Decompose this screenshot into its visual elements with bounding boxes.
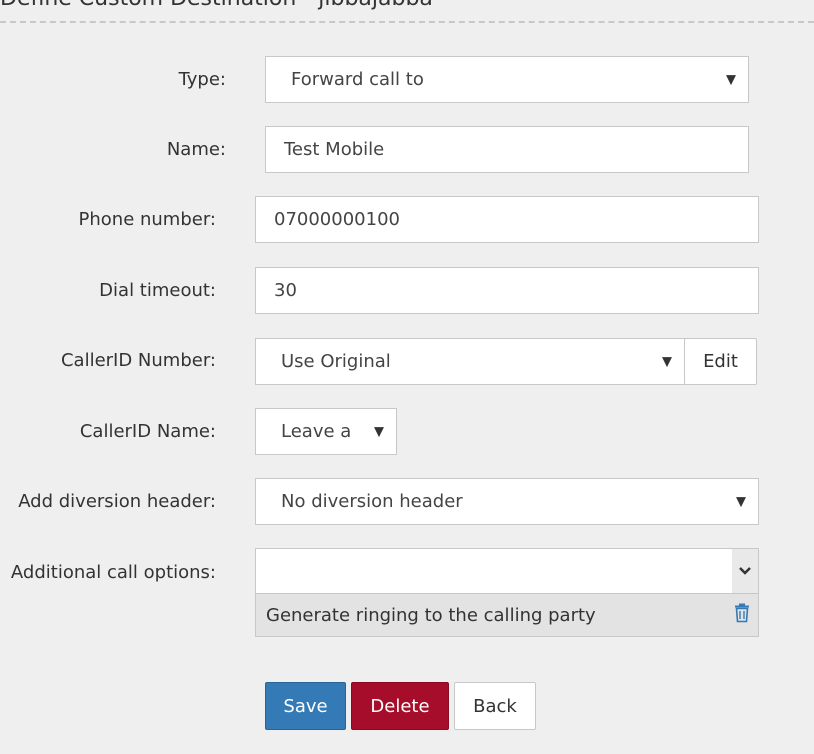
call-options-input[interactable] [256,549,732,593]
caret-down-icon: ▼ [374,424,384,439]
type-label: Type: [178,69,226,90]
back-button[interactable]: Back [454,682,536,730]
chevron-down-icon[interactable] [732,549,758,593]
diversion-header-value: No diversion header [281,491,463,512]
call-option-label: Generate ringing to the calling party [266,604,596,626]
delete-button[interactable]: Delete [351,682,449,730]
call-options-multiselect: Generate ringing to the calling party [255,548,759,637]
dial-timeout-value: 30 [274,280,297,301]
phone-number-input[interactable]: 07000000100 [255,196,759,243]
diversion-header-select[interactable]: No diversion header ▼ [255,478,759,525]
trash-icon[interactable] [734,603,750,628]
page: Define Custom Destination - jibbajabba T… [0,0,814,754]
phone-number-label: Phone number: [78,209,216,230]
divider [0,21,814,23]
callerid-number-value: Use Original [281,351,391,372]
diversion-header-label: Add diversion header: [18,491,216,512]
callerid-name-value: Leave a [281,421,352,442]
name-input-value: Test Mobile [284,139,385,160]
callerid-edit-button[interactable]: Edit [684,338,757,385]
save-button[interactable]: Save [265,682,346,730]
caret-down-icon: ▼ [736,494,746,509]
name-label: Name: [166,139,226,160]
dial-timeout-input[interactable]: 30 [255,267,759,314]
callerid-number-select[interactable]: Use Original ▼ [255,338,685,385]
caret-down-icon: ▼ [726,72,736,87]
callerid-name-label: CallerID Name: [79,421,216,442]
name-input[interactable]: Test Mobile [265,126,749,173]
call-option-chip: Generate ringing to the calling party [256,593,758,636]
call-options-label: Additional call options: [10,562,216,583]
callerid-name-select[interactable]: Leave a ▼ [255,408,397,455]
caret-down-icon: ▼ [662,354,672,369]
page-title: Define Custom Destination - jibbajabba [0,0,433,11]
type-select-value: Forward call to [291,69,424,90]
type-select[interactable]: Forward call to ▼ [265,56,749,103]
callerid-number-label: CallerID Number: [60,350,216,371]
phone-number-value: 07000000100 [274,209,400,230]
dial-timeout-label: Dial timeout: [99,280,216,301]
